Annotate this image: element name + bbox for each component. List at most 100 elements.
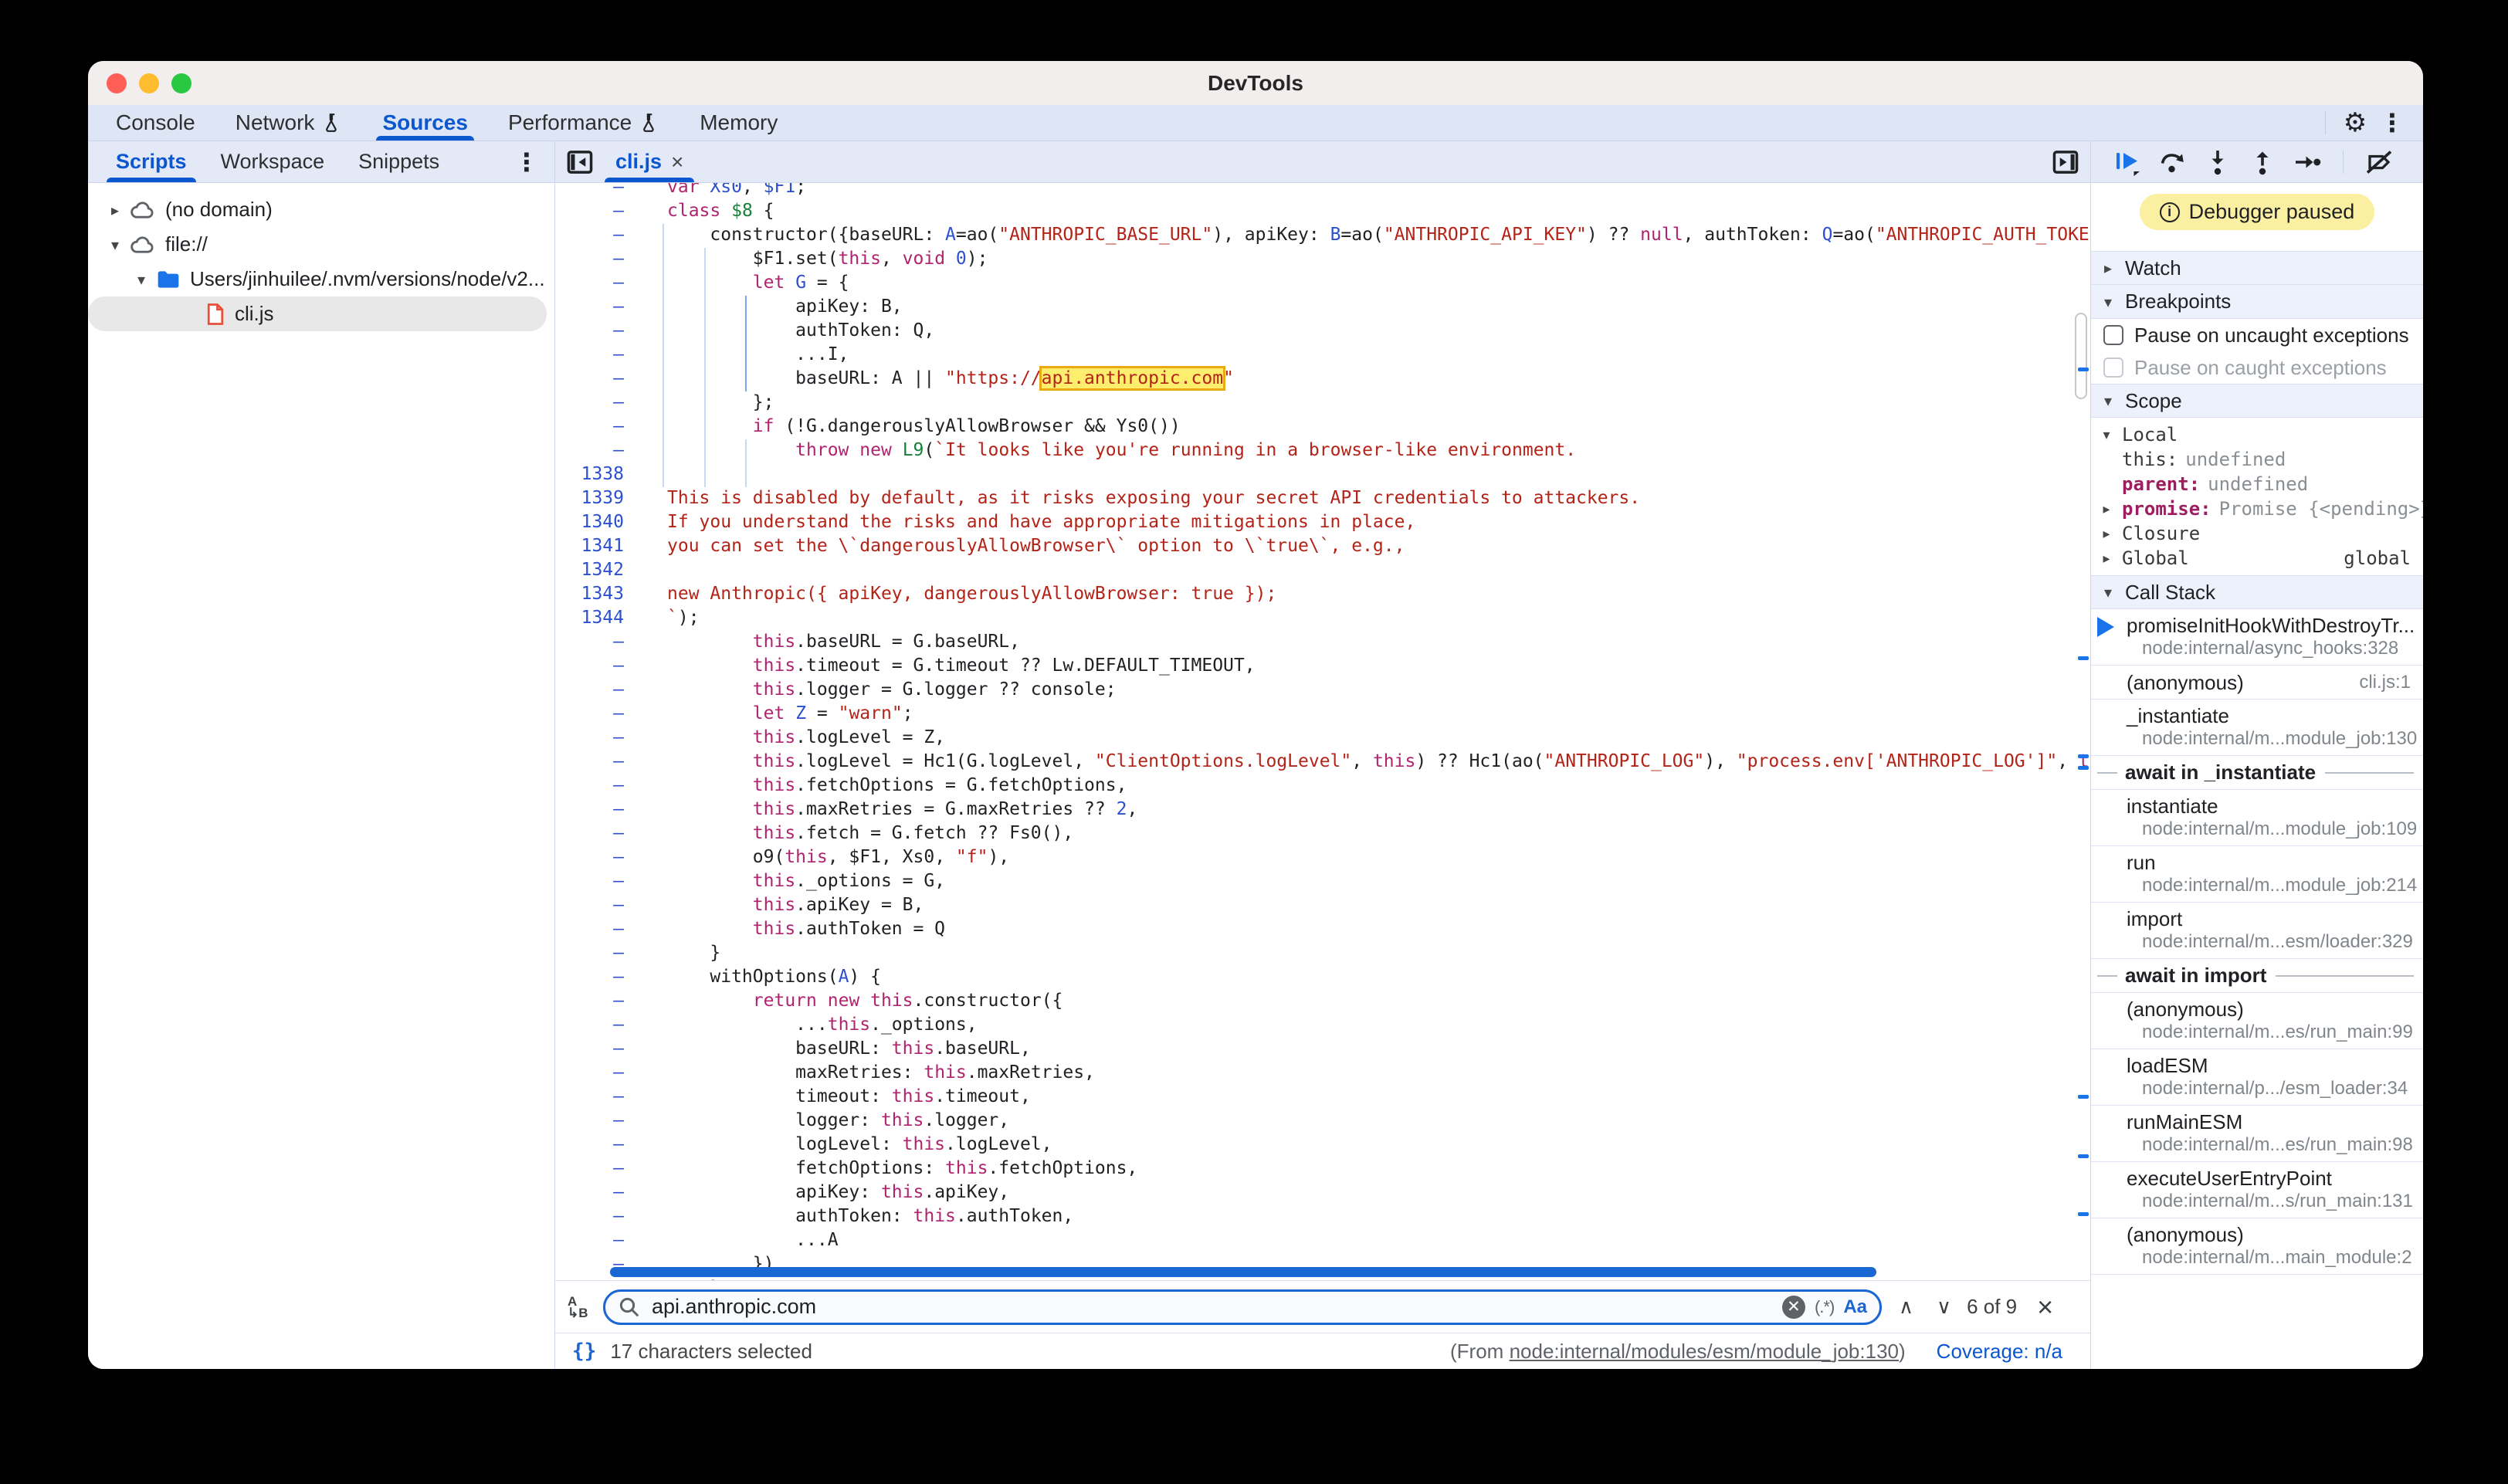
code-line[interactable]: – this.fetchOptions = G.fetchOptions, — [555, 774, 2090, 798]
line-number-gutter[interactable]: – — [555, 1181, 636, 1204]
line-number-gutter[interactable]: – — [555, 845, 636, 869]
line-number-gutter[interactable]: – — [555, 1228, 636, 1252]
editor-tab-clijs[interactable]: cli.js × — [605, 141, 694, 182]
code-line[interactable]: –class $8 { — [555, 199, 2090, 223]
step-button[interactable] — [2287, 145, 2327, 179]
line-number-gutter[interactable]: – — [555, 917, 636, 941]
code-line[interactable]: – ...I, — [555, 343, 2090, 367]
code-line[interactable]: – ...this._options, — [555, 1013, 2090, 1037]
step-into-button[interactable] — [2198, 145, 2238, 179]
callstack-frame[interactable]: loadESMnode:internal/p.../esm_loader:34 — [2091, 1049, 2423, 1106]
code-line[interactable]: – this.maxRetries = G.maxRetries ?? 2, — [555, 798, 2090, 822]
pretty-print-icon[interactable]: {} — [572, 1340, 596, 1363]
code-line[interactable]: 1344`); — [555, 606, 2090, 630]
line-number-gutter[interactable]: 1344 — [555, 606, 636, 630]
scope-row-this[interactable]: this:undefined — [2091, 447, 2423, 472]
code-line[interactable]: – logLevel: this.logLevel, — [555, 1133, 2090, 1157]
code-line[interactable]: – timeout: this.timeout, — [555, 1085, 2090, 1109]
chevron-down-icon[interactable]: ▾ — [2091, 427, 2122, 443]
show-debugger-sidebar-button[interactable] — [2052, 150, 2079, 174]
clear-search-button[interactable]: ✕ — [1782, 1296, 1805, 1319]
code-line[interactable]: – apiKey: B, — [555, 295, 2090, 319]
checkbox[interactable] — [2103, 325, 2123, 345]
line-number-gutter[interactable]: 1342 — [555, 558, 636, 582]
scope-row-closure[interactable]: ▸Closure — [2091, 521, 2423, 546]
chevron-right-icon[interactable]: ▸ — [105, 201, 125, 219]
line-number-gutter[interactable]: – — [555, 391, 636, 415]
line-number-gutter[interactable]: – — [555, 1013, 636, 1037]
line-number-gutter[interactable]: – — [555, 343, 636, 367]
line-number-gutter[interactable]: – — [555, 726, 636, 750]
tree-item--no-domain-[interactable]: ▸(no domain) — [88, 192, 554, 227]
line-number-gutter[interactable]: – — [555, 654, 636, 678]
scope-row-parent[interactable]: parent:undefined — [2091, 472, 2423, 496]
code-line[interactable]: – return new this.constructor({ — [555, 989, 2090, 1013]
code-line[interactable]: – this.logger = G.logger ?? console; — [555, 678, 2090, 702]
resume-button[interactable] — [2108, 145, 2148, 179]
code-line[interactable]: – this.logLevel = Hc1(G.logLevel, "Clien… — [555, 750, 2090, 774]
code-line[interactable]: – throw new L9(`It looks like you're run… — [555, 439, 2090, 462]
step-out-button[interactable] — [2242, 145, 2283, 179]
chevron-right-icon[interactable]: ▸ — [2091, 526, 2122, 542]
line-number-gutter[interactable]: – — [555, 1061, 636, 1085]
breakpoints-section-header[interactable]: ▾ Breakpoints — [2091, 285, 2423, 319]
code-line[interactable]: 1340If you understand the risks and have… — [555, 510, 2090, 534]
code-line[interactable]: – apiKey: this.apiKey, — [555, 1181, 2090, 1204]
code-line[interactable]: – logger: this.logger, — [555, 1109, 2090, 1133]
tab-performance[interactable]: Performance — [488, 105, 680, 141]
match-case-toggle[interactable]: Aa — [1843, 1296, 1867, 1318]
code-line[interactable]: – baseURL: this.baseURL, — [555, 1037, 2090, 1061]
code-line[interactable]: – this.baseURL = G.baseURL, — [555, 630, 2090, 654]
line-number-gutter[interactable]: – — [555, 702, 636, 726]
code-editor[interactable]: –var Xs0, $F1;–class $8 {– constructor({… — [555, 183, 2090, 1280]
code-line[interactable]: – this.authToken = Q — [555, 917, 2090, 941]
code-line[interactable]: 1338 — [555, 462, 2090, 486]
code-line[interactable]: – this._options = G, — [555, 869, 2090, 893]
callstack-frame[interactable]: importnode:internal/m...esm/loader:329 — [2091, 903, 2423, 959]
code-line[interactable]: 1342 — [555, 558, 2090, 582]
tab-console[interactable]: Console — [96, 105, 215, 141]
line-number-gutter[interactable]: 1343 — [555, 582, 636, 606]
line-number-gutter[interactable]: – — [555, 630, 636, 654]
close-tab-icon[interactable]: × — [671, 150, 683, 174]
code-line[interactable]: – o9(this, $F1, Xs0, "f"), — [555, 845, 2090, 869]
line-number-gutter[interactable]: – — [555, 247, 636, 271]
settings-button[interactable]: ⚙ — [2337, 107, 2374, 138]
callstack-frame[interactable]: runMainESMnode:internal/m...es/run_main:… — [2091, 1106, 2423, 1162]
callstack-frame[interactable]: (anonymous)node:internal/m...es/run_main… — [2091, 993, 2423, 1049]
code-line[interactable]: – fetchOptions: this.fetchOptions, — [555, 1157, 2090, 1181]
callstack-frame[interactable]: _instantiatenode:internal/m...module_job… — [2091, 700, 2423, 756]
replace-toggle-button[interactable]: A ↳B — [568, 1296, 598, 1319]
code-line[interactable]: – constructor({baseURL: A=ao("ANTHROPIC_… — [555, 223, 2090, 247]
code-line[interactable]: – withOptions(A) { — [555, 965, 2090, 989]
regex-toggle[interactable]: (.*) — [1815, 1297, 1834, 1317]
line-number-gutter[interactable]: – — [555, 183, 636, 199]
line-number-gutter[interactable]: – — [555, 1204, 636, 1228]
scope-row-promise[interactable]: ▸promise:Promise {<pending>} — [2091, 496, 2423, 521]
chevron-down-icon[interactable]: ▾ — [105, 235, 125, 254]
code-line[interactable]: 1339This is disabled by default, as it r… — [555, 486, 2090, 510]
line-number-gutter[interactable]: – — [555, 367, 636, 391]
next-match-button[interactable]: ∨ — [1937, 1296, 1951, 1319]
search-field[interactable]: ✕ (.*) Aa — [603, 1289, 1882, 1325]
code-line[interactable]: – ...A — [555, 1228, 2090, 1252]
tree-item-users-jinhuilee-nvm-versions-node-v2-[interactable]: ▾Users/jinhuilee/.nvm/versions/node/v2..… — [88, 262, 554, 296]
close-window-button[interactable] — [107, 73, 127, 93]
vertical-scrollbar-thumb[interactable] — [2075, 313, 2087, 399]
callstack-frame[interactable]: promiseInitHookWithDestroyTr...node:inte… — [2091, 609, 2423, 666]
line-number-gutter[interactable]: – — [555, 223, 636, 247]
coverage-link[interactable]: Coverage: n/a — [1937, 1340, 2062, 1364]
tab-sources[interactable]: Sources — [362, 105, 488, 141]
navigator-tab-snippets[interactable]: Snippets — [341, 141, 456, 182]
line-number-gutter[interactable]: 1338 — [555, 462, 636, 486]
callstack-section-header[interactable]: ▾ Call Stack — [2091, 575, 2423, 609]
code-line[interactable]: – let Z = "warn"; — [555, 702, 2090, 726]
tree-item-cli-js[interactable]: cli.js — [88, 296, 547, 331]
line-number-gutter[interactable]: – — [555, 869, 636, 893]
line-number-gutter[interactable]: – — [555, 439, 636, 462]
line-number-gutter[interactable]: – — [555, 678, 636, 702]
code-line[interactable]: – this.fetch = G.fetch ?? Fs0(), — [555, 822, 2090, 845]
line-number-gutter[interactable]: – — [555, 199, 636, 223]
line-number-gutter[interactable]: – — [555, 941, 636, 965]
chevron-right-icon[interactable]: ▸ — [2091, 501, 2122, 517]
